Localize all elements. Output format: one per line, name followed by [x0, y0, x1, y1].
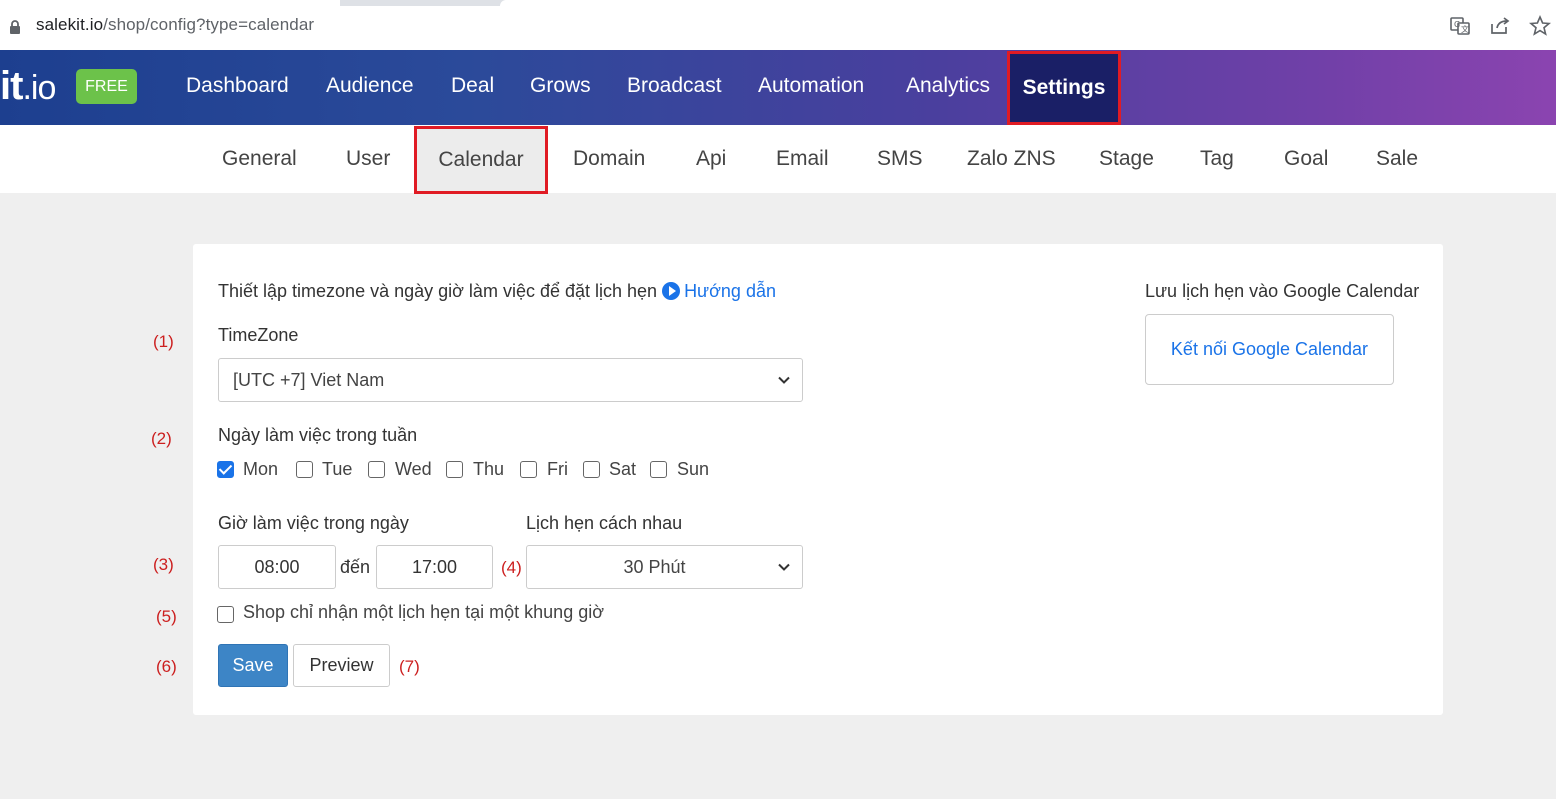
- intro-text: Thiết lập timezone và ngày giờ làm việc …: [218, 281, 776, 302]
- plan-badge: FREE: [76, 69, 137, 104]
- logo-suffix: .io: [22, 69, 56, 107]
- chevron-down-icon: [778, 563, 790, 571]
- annotation-1: (1): [153, 332, 174, 351]
- nav-item-automation[interactable]: Automation: [758, 74, 864, 98]
- tab-sale[interactable]: Sale: [1376, 147, 1418, 171]
- save-button[interactable]: Save: [218, 644, 288, 687]
- tab-stage[interactable]: Stage: [1099, 147, 1154, 171]
- annotation-3: (3): [153, 555, 174, 574]
- checkbox-sun[interactable]: [650, 461, 667, 478]
- lock-icon[interactable]: [8, 19, 22, 35]
- day-label-thu: Thu: [473, 459, 505, 479]
- connect-google-calendar-button[interactable]: Kết nối Google Calendar: [1145, 314, 1394, 385]
- tab-sms[interactable]: SMS: [877, 147, 923, 171]
- nav-item-analytics[interactable]: Analytics: [906, 74, 990, 98]
- start-time-input[interactable]: 08:00: [218, 545, 336, 589]
- svg-text:G: G: [1454, 20, 1460, 29]
- single-slot-checkbox[interactable]: [217, 606, 234, 623]
- timezone-select[interactable]: [UTC +7] Viet Nam: [218, 358, 803, 402]
- end-time-input[interactable]: 17:00: [376, 545, 493, 589]
- top-navigation: it.io FREE Dashboard Audience Deal Grows…: [0, 50, 1556, 125]
- logo-main: it: [0, 64, 23, 108]
- intro-label: Thiết lập timezone và ngày giờ làm việc …: [218, 281, 658, 301]
- day-label-tue: Tue: [322, 459, 353, 479]
- to-word: đến: [340, 557, 371, 577]
- timezone-value: [UTC +7] Viet Nam: [233, 370, 385, 390]
- tab-domain[interactable]: Domain: [573, 147, 645, 171]
- annotation-7: (7): [399, 657, 420, 676]
- interval-value: 30 Phút: [623, 557, 686, 577]
- tab-strip: [0, 0, 1556, 6]
- workdays-label: Ngày làm việc trong tuần: [218, 425, 418, 445]
- chevron-down-icon: [778, 376, 790, 384]
- day-label-mon: Mon: [243, 459, 279, 479]
- settings-subnav: General User Calendar Domain Api Email S…: [0, 125, 1556, 194]
- nav-item-deal[interactable]: Deal: [451, 74, 494, 98]
- checkbox-tue[interactable]: [296, 461, 313, 478]
- browser-address-bar: salekit.io/shop/config?type=calendar G 文: [0, 0, 1556, 50]
- google-calendar-heading: Lưu lịch hẹn vào Google Calendar: [1145, 281, 1420, 301]
- svg-text:文: 文: [1461, 24, 1469, 34]
- checkbox-mon[interactable]: [217, 461, 234, 478]
- tab-calendar[interactable]: Calendar: [414, 126, 548, 194]
- tab-tag[interactable]: Tag: [1200, 147, 1234, 171]
- guide-link[interactable]: Hướng dẫn: [662, 281, 776, 301]
- translate-icon[interactable]: G 文: [1449, 15, 1471, 37]
- annotation-6: (6): [156, 657, 177, 676]
- timezone-label: TimeZone: [218, 325, 299, 345]
- nav-item-audience[interactable]: Audience: [326, 74, 414, 98]
- nav-item-broadcast[interactable]: Broadcast: [627, 74, 722, 98]
- tab-api[interactable]: Api: [696, 147, 726, 171]
- checkbox-sat[interactable]: [583, 461, 600, 478]
- url-path: /shop/config?type=calendar: [103, 15, 315, 34]
- annotation-4: (4): [501, 558, 522, 577]
- logo[interactable]: it.io: [0, 64, 56, 109]
- preview-button[interactable]: Preview: [293, 644, 390, 687]
- url-text[interactable]: salekit.io/shop/config?type=calendar: [36, 15, 314, 35]
- nav-item-dashboard[interactable]: Dashboard: [186, 74, 289, 98]
- active-tab-edge: [0, 0, 340, 6]
- working-hours-label: Giờ làm việc trong ngày: [218, 513, 409, 533]
- day-label-wed: Wed: [395, 459, 432, 479]
- bookmark-star-icon[interactable]: [1529, 15, 1551, 37]
- nav-item-grows[interactable]: Grows: [530, 74, 591, 98]
- annotation-2: (2): [151, 429, 172, 448]
- guide-link-label: Hướng dẫn: [684, 281, 776, 301]
- play-icon: [662, 282, 681, 300]
- tab-email[interactable]: Email: [776, 147, 829, 171]
- tab-goal[interactable]: Goal: [1284, 147, 1328, 171]
- single-slot-label: Shop chỉ nhận một lịch hẹn tại một khung…: [243, 602, 605, 622]
- tab-zalo-zns[interactable]: Zalo ZNS: [967, 147, 1056, 171]
- share-icon[interactable]: [1489, 15, 1511, 37]
- day-label-fri: Fri: [547, 459, 568, 479]
- url-host: salekit.io: [36, 15, 104, 34]
- tab-user[interactable]: User: [346, 147, 390, 171]
- checkbox-wed[interactable]: [368, 461, 385, 478]
- day-label-sat: Sat: [609, 459, 637, 479]
- tab-general[interactable]: General: [222, 147, 297, 171]
- day-label-sun: Sun: [677, 459, 710, 479]
- checkbox-fri[interactable]: [520, 461, 537, 478]
- checkbox-thu[interactable]: [446, 461, 463, 478]
- tab-edge: [500, 0, 1556, 6]
- annotation-5: (5): [156, 607, 177, 626]
- interval-label: Lịch hẹn cách nhau: [526, 513, 683, 533]
- nav-item-settings[interactable]: Settings: [1007, 51, 1121, 125]
- interval-select[interactable]: 30 Phút: [526, 545, 803, 589]
